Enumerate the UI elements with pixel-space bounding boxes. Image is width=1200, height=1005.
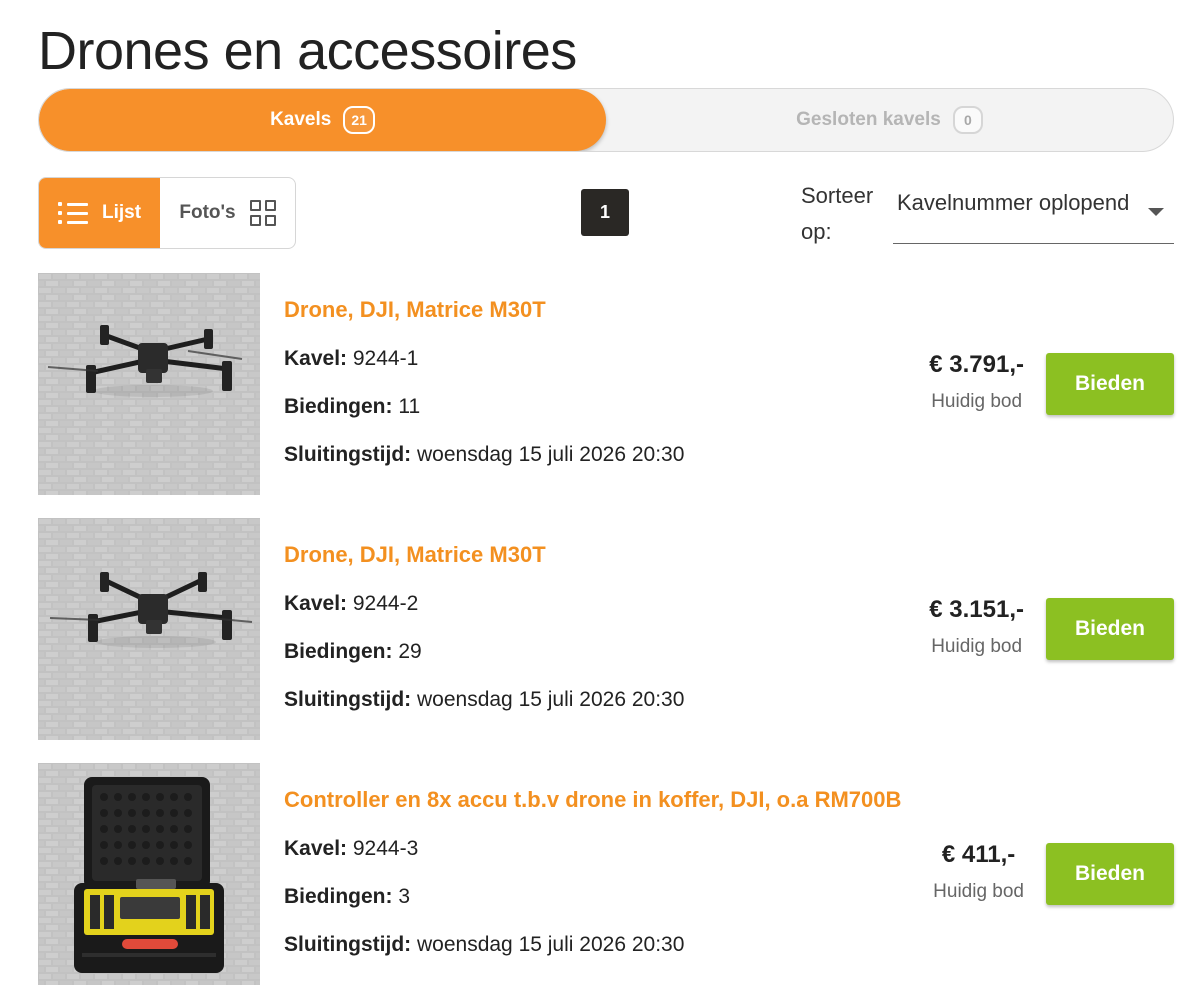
lot-price-block: € 3.151,- Huidig bod bbox=[929, 596, 1024, 658]
lot-number: Kavel: 9244-1 bbox=[284, 347, 419, 370]
lot-title-link[interactable]: Drone, DJI, Matrice M30T bbox=[284, 542, 546, 568]
lot-item: Drone, DJI, Matrice M30T Kavel: 9244-2 B… bbox=[38, 518, 1174, 740]
lot-current-price: € 411,- bbox=[941, 841, 1016, 868]
list-view-button[interactable]: Lijst bbox=[39, 178, 160, 248]
lot-item: Drone, DJI, Matrice M30T Kavel: 9244-1 B… bbox=[38, 273, 1174, 495]
lot-image[interactable] bbox=[38, 518, 260, 740]
lot-title-link[interactable]: Drone, DJI, Matrice M30T bbox=[284, 297, 546, 323]
lot-number: Kavel: 9244-3 bbox=[284, 837, 419, 860]
sort-selected-value: Kavelnummer oplopend bbox=[897, 190, 1130, 215]
lot-price-label: Huidig bod bbox=[933, 881, 1024, 902]
lot-image[interactable] bbox=[38, 273, 260, 495]
bid-button[interactable]: Bieden bbox=[1046, 353, 1174, 415]
lot-closing-time: Sluitingstijd: woensdag 15 juli 2026 20:… bbox=[284, 933, 685, 956]
lot-bids: Biedingen: 3 bbox=[284, 885, 411, 908]
chevron-down-icon bbox=[1148, 208, 1164, 216]
lot-closing-time: Sluitingstijd: woensdag 15 juli 2026 20:… bbox=[284, 443, 685, 466]
tab-lots[interactable]: Kavels 21 bbox=[39, 89, 606, 151]
grid-icon bbox=[249, 200, 276, 226]
bid-button[interactable]: Bieden bbox=[1046, 843, 1174, 905]
page-title: Drones en accessoires bbox=[38, 21, 577, 81]
tab-lots-count-badge: 21 bbox=[343, 106, 375, 134]
list-view-label: Lijst bbox=[101, 202, 142, 223]
sort-select[interactable]: Kavelnummer oplopend bbox=[893, 190, 1174, 244]
photo-view-label: Foto's bbox=[179, 202, 236, 223]
lot-current-price: € 3.151,- bbox=[929, 596, 1024, 623]
lot-tabs: Kavels 21 Gesloten kavels 0 bbox=[38, 88, 1174, 152]
lot-price-block: € 3.791,- Huidig bod bbox=[929, 351, 1024, 413]
view-toggle: Lijst Foto's bbox=[38, 177, 296, 249]
lot-number: Kavel: 9244-2 bbox=[284, 592, 419, 615]
tab-closed-lots[interactable]: Gesloten kavels 0 bbox=[606, 89, 1173, 151]
lot-item: Controller en 8x accu t.b.v drone in kof… bbox=[38, 763, 1174, 985]
tab-closed-lots-label: Gesloten kavels bbox=[796, 109, 941, 130]
tab-lots-label: Kavels bbox=[270, 109, 332, 130]
lot-price-label: Huidig bod bbox=[931, 391, 1023, 412]
sort-label: Sorteer op: bbox=[801, 183, 874, 244]
lot-price-block: € 411,- Huidig bod bbox=[933, 841, 1024, 903]
bid-button[interactable]: Bieden bbox=[1046, 598, 1174, 660]
pagination-page-button[interactable]: 1 bbox=[581, 189, 629, 236]
lot-price-label: Huidig bod bbox=[931, 636, 1023, 657]
lot-closing-time: Sluitingstijd: woensdag 15 juli 2026 20:… bbox=[284, 688, 685, 711]
lot-current-price: € 3.791,- bbox=[929, 351, 1024, 378]
lot-image[interactable] bbox=[38, 763, 260, 985]
lot-bids: Biedingen: 11 bbox=[284, 395, 421, 418]
list-icon bbox=[57, 202, 88, 224]
lot-bids: Biedingen: 29 bbox=[284, 640, 422, 663]
photo-view-button[interactable]: Foto's bbox=[160, 178, 295, 248]
lot-title-link[interactable]: Controller en 8x accu t.b.v drone in kof… bbox=[284, 787, 901, 813]
tab-closed-lots-count-badge: 0 bbox=[952, 106, 983, 134]
